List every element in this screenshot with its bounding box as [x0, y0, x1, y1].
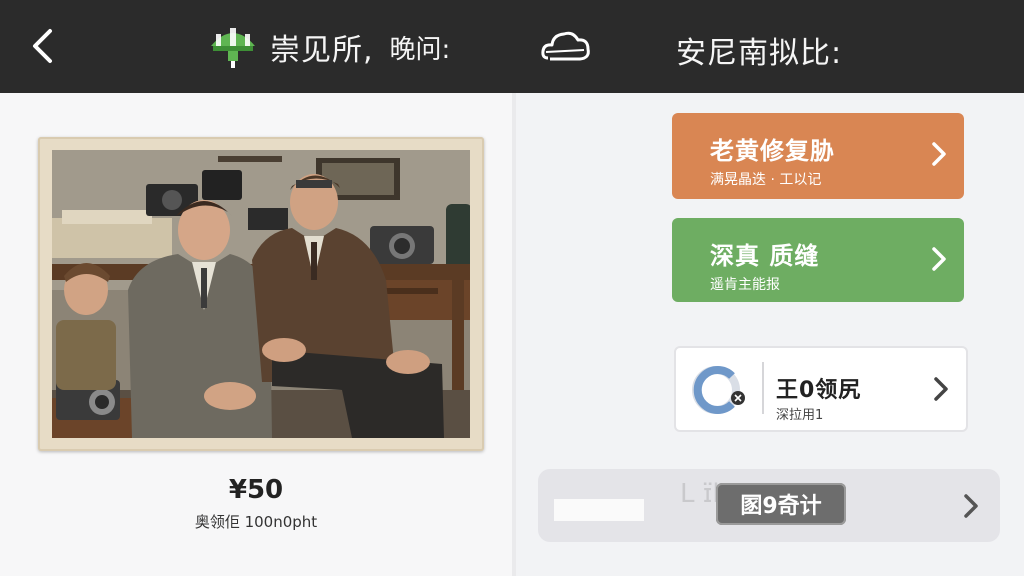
timer-label: 圂9奇计	[716, 483, 846, 525]
chevron-left-icon	[33, 29, 52, 63]
photo-frame[interactable]	[38, 137, 484, 451]
progress-ring-icon	[692, 366, 745, 414]
enhance-subtitle: 遥肯主能报	[710, 277, 780, 293]
title-group: 崇见所, 晚问:	[208, 24, 450, 70]
cloud-icon[interactable]	[540, 26, 592, 68]
chevron-right-icon	[932, 247, 946, 271]
vintage-photo	[52, 150, 470, 438]
repair-card[interactable]: 老黄修复胁 满晃晶迭 · 工以记	[672, 113, 964, 199]
credits-title: 王0领尻	[776, 378, 862, 403]
top-bar: 崇见所, 晚问: 安尼南拟比:	[0, 0, 1024, 93]
page-subtitle: 晚问:	[389, 34, 451, 65]
green-umbrella-icon	[211, 28, 255, 68]
page-title: 崇见所,	[270, 33, 374, 68]
chevron-right-icon	[932, 142, 946, 166]
right-panel: 老黄修复胁 满晃晶迭 · 工以记 深真 质缝 遥肯主能报 王0领尻 深拉用1 L…	[516, 93, 1024, 576]
timer-card[interactable]: L ɪ̈l 圂9奇计	[538, 469, 1000, 542]
repair-subtitle: 满晃晶迭 · 工以记	[710, 172, 822, 188]
price-label: ¥50	[228, 475, 284, 505]
enhance-title: 深真 质缝	[710, 242, 820, 270]
blank-field	[554, 499, 644, 521]
enhance-card[interactable]: 深真 质缝 遥肯主能报	[672, 218, 964, 302]
chevron-right-icon	[934, 377, 948, 401]
right-header-title: 安尼南拟比:	[676, 36, 843, 71]
back-button[interactable]	[24, 26, 60, 66]
chevron-right-icon	[964, 494, 978, 518]
repair-title: 老黄修复胁	[710, 137, 835, 165]
credits-subtitle: 深拉用1	[776, 408, 824, 423]
card-divider	[762, 362, 764, 414]
credits-card[interactable]: 王0领尻 深拉用1	[674, 346, 968, 432]
left-panel: ¥50 奥领佢 100n0pht	[0, 93, 512, 576]
price-caption: 奥领佢 100n0pht	[194, 513, 318, 531]
